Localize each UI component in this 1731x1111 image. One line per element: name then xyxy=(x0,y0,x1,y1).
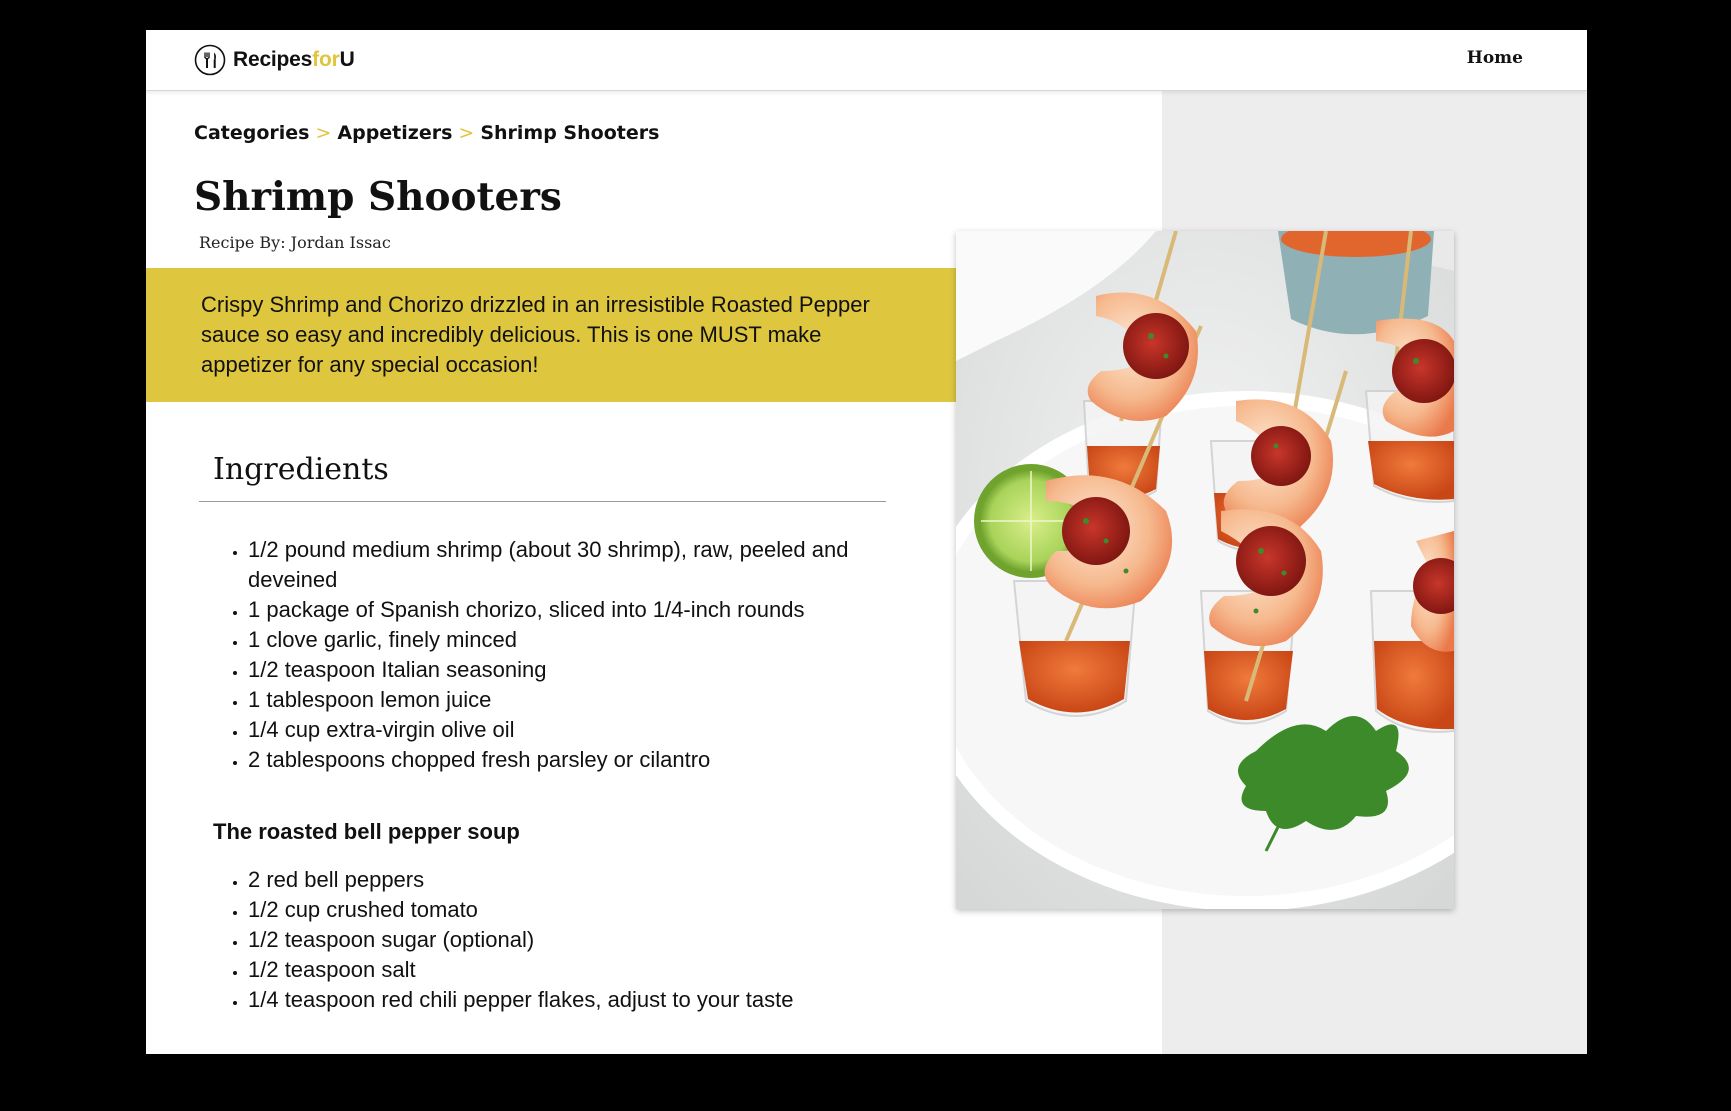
list-item: 1/2 teaspoon sugar (optional) xyxy=(248,925,888,955)
logo-text: RecipesforU xyxy=(233,48,355,72)
recipe-author: Recipe By: Jordan Issac xyxy=(199,233,391,252)
breadcrumb-separator: > xyxy=(458,122,475,144)
list-item: 1/2 teaspoon Italian seasoning xyxy=(248,655,888,685)
page-title: Shrimp Shooters xyxy=(194,174,562,220)
nav-home-link[interactable]: Home xyxy=(1467,48,1523,68)
list-item: 1/2 teaspoon salt xyxy=(248,955,888,985)
breadcrumb-categories[interactable]: Categories xyxy=(194,122,309,144)
list-item: 1 tablespoon lemon juice xyxy=(248,685,888,715)
list-item: 2 tablespoons chopped fresh parsley or c… xyxy=(248,745,888,775)
list-item: 2 red bell peppers xyxy=(248,865,888,895)
shrimp-shooters-photo-icon xyxy=(956,231,1454,909)
site-logo[interactable]: RecipesforU xyxy=(194,44,355,76)
list-item: 1/2 cup crushed tomato xyxy=(248,895,888,925)
logo-text-accent: for xyxy=(312,48,340,71)
list-item: 1/2 pound medium shrimp (about 30 shrimp… xyxy=(248,535,888,595)
recipe-page: RecipesforU Home Categories > Appetizers > S… xyxy=(146,30,1587,1054)
ingredients-list: 1/2 pound medium shrimp (about 30 shrimp… xyxy=(228,535,888,775)
fork-knife-icon xyxy=(194,44,226,76)
breadcrumb: Categories > Appetizers > Shrimp Shooters xyxy=(194,122,659,144)
soup-ingredients-list: 2 red bell peppers 1/2 cup crushed tomat… xyxy=(228,865,888,1015)
breadcrumb-current: Shrimp Shooters xyxy=(480,122,660,144)
recipe-photo xyxy=(956,231,1454,909)
list-item: 1/4 teaspoon red chili pepper flakes, ad… xyxy=(248,985,888,1015)
ingredients-divider xyxy=(199,501,886,502)
top-navbar: RecipesforU Home xyxy=(146,30,1587,91)
logo-text-part1: Recipes xyxy=(233,48,313,71)
description-banner: Crispy Shrimp and Chorizo drizzled in an… xyxy=(146,268,956,402)
ingredients-heading: Ingredients xyxy=(213,452,389,487)
logo-text-part3: U xyxy=(339,48,355,71)
description-text: Crispy Shrimp and Chorizo drizzled in an… xyxy=(201,292,870,377)
list-item: 1 package of Spanish chorizo, sliced int… xyxy=(248,595,888,625)
soup-subheading: The roasted bell pepper soup xyxy=(213,819,520,844)
list-item: 1/4 cup extra-virgin olive oil xyxy=(248,715,888,745)
breadcrumb-appetizers[interactable]: Appetizers xyxy=(337,122,452,144)
list-item: 1 clove garlic, finely minced xyxy=(248,625,888,655)
breadcrumb-separator: > xyxy=(315,122,332,144)
